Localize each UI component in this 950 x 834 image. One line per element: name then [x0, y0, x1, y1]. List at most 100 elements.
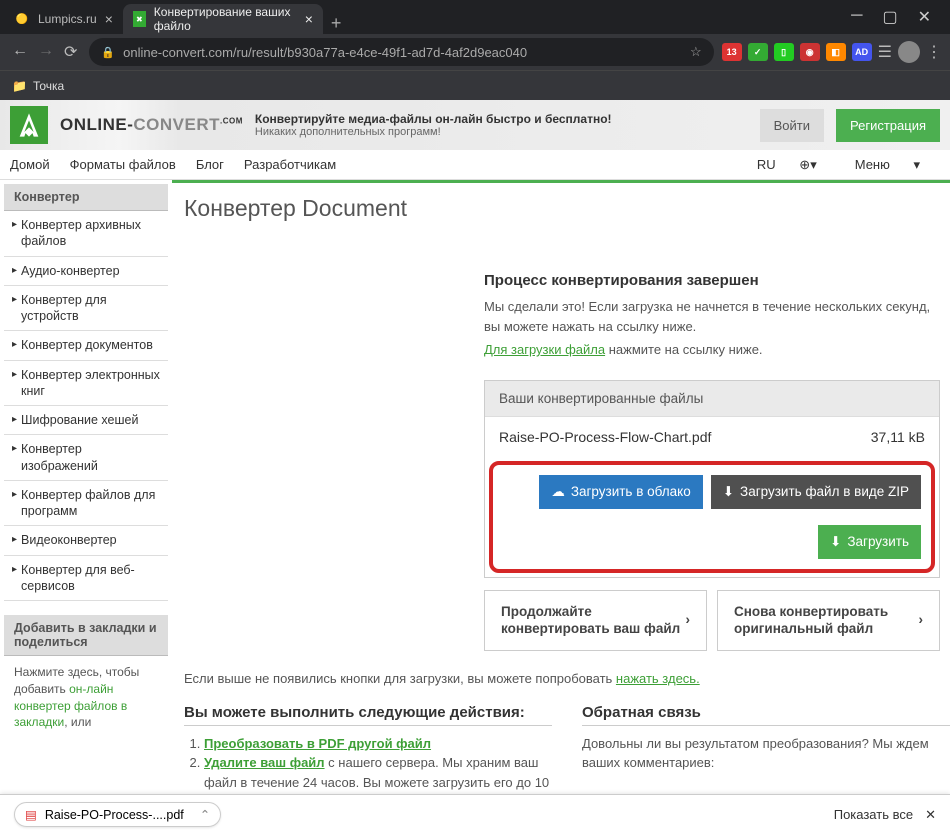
section-header: Вы можете выполнить следующие действия: — [184, 704, 552, 726]
nav-blog[interactable]: Блог — [196, 157, 224, 172]
sidebar-item[interactable]: Конвертер файлов для программ — [4, 481, 168, 527]
back-icon[interactable]: ← — [12, 42, 28, 62]
nav-buttons: ← → ⟳ — [8, 42, 81, 62]
tab-convert[interactable]: ✖ Конвертирование ваших файло × — [123, 4, 323, 34]
close-icon[interactable]: × — [105, 11, 113, 27]
sidebar-item[interactable]: Шифрование хешей — [4, 406, 168, 435]
menu-icon[interactable]: ⋮ — [926, 42, 942, 62]
download-button[interactable]: ⬇ Загрузить — [818, 525, 921, 559]
ext-icon[interactable]: ◧ — [826, 43, 846, 61]
ext-icon[interactable]: 13 — [722, 43, 742, 61]
downloads-bar: ▤ Raise-PO-Process-....pdf ⌃ Показать вс… — [0, 794, 950, 834]
close-icon[interactable]: ✕ — [925, 807, 936, 823]
logo-icon[interactable] — [10, 106, 48, 144]
lang-selector[interactable]: RU ⊕▾ — [757, 157, 817, 173]
sidebar-item[interactable]: Конвертер для веб-сервисов — [4, 556, 168, 602]
tagline-main: Конвертируйте медиа-файлы он-лайн быстро… — [255, 112, 612, 126]
bookmark-folder-icon: 📁 — [12, 79, 27, 93]
nav-formats[interactable]: Форматы файлов — [70, 157, 176, 172]
file-size: 37,11 kB — [871, 429, 925, 445]
files-header: Ваши конвертированные файлы — [485, 381, 939, 416]
sidebar-bookmark-text: Нажмите здесь, чтобы добавить он-лайн ко… — [4, 656, 168, 739]
menu-selector[interactable]: Меню ▾ — [855, 157, 920, 173]
feedback: Обратная связь Довольны ли вы результато… — [582, 704, 950, 800]
login-button[interactable]: Войти — [760, 109, 824, 142]
reading-list-icon[interactable]: ☰ — [878, 42, 892, 62]
main-layout: Конвертер Конвертер архивных файлов Ауди… — [0, 180, 950, 800]
section-header: Обратная связь — [582, 704, 950, 726]
feedback-text: Довольны ли вы результатом преобразовани… — [582, 734, 950, 773]
chevron-up-icon[interactable]: ⌃ — [200, 807, 210, 822]
minimize-icon[interactable]: ─ — [851, 7, 862, 27]
register-button[interactable]: Регистрация — [836, 109, 940, 142]
file-name: Raise-PO-Process-Flow-Chart.pdf — [499, 429, 871, 445]
upload-cloud-button[interactable]: ☁ Загрузить в облако — [539, 475, 702, 509]
status-text: Мы сделали это! Если загрузка не начнетс… — [484, 297, 940, 336]
logo-text[interactable]: ONLINE-CONVERT.COM — [60, 115, 243, 135]
fallback-link[interactable]: нажать здесь. — [616, 671, 700, 686]
reload-icon[interactable]: ⟳ — [64, 42, 77, 62]
show-all-button[interactable]: Показать все — [834, 807, 913, 822]
download-link[interactable]: Для загрузки файла — [484, 342, 605, 357]
result-section: Процесс конвертирования завершен Мы сдел… — [484, 272, 940, 651]
next-actions: Вы можете выполнить следующие действия: … — [184, 704, 552, 800]
download-item[interactable]: ▤ Raise-PO-Process-....pdf ⌃ — [14, 802, 221, 827]
new-tab-button[interactable]: + — [331, 13, 342, 34]
close-icon[interactable]: ✕ — [918, 7, 931, 27]
status-heading: Процесс конвертирования завершен — [484, 272, 940, 289]
close-icon[interactable]: × — [305, 11, 313, 27]
page-content: ONLINE-CONVERT.COM Конвертируйте медиа-ф… — [0, 100, 950, 800]
action-row: Продолжайте конвертировать ваш файл › Сн… — [484, 590, 940, 651]
tab-title: Конвертирование ваших файло — [154, 5, 297, 33]
extensions: 13 ✓ ▯ ◉ ◧ AD ☰ ⋮ — [722, 41, 942, 63]
tab-lumpics[interactable]: 🟡 Lumpics.ru × — [4, 4, 123, 34]
sidebar-item[interactable]: Конвертер изображений — [4, 435, 168, 481]
favicon: 🟡 — [14, 11, 30, 27]
continue-convert-button[interactable]: Продолжайте конвертировать ваш файл › — [484, 590, 707, 651]
maximize-icon[interactable]: ▢ — [882, 7, 897, 27]
ext-icon[interactable]: ✓ — [748, 43, 768, 61]
sidebar-item[interactable]: Конвертер для устройств — [4, 286, 168, 332]
main-column: Конвертер Document Процесс конвертирован… — [172, 180, 950, 800]
tagline-sub: Никаких дополнительных программ! — [255, 126, 748, 138]
action-link[interactable]: Преобразовать в PDF другой файл — [204, 736, 431, 751]
forward-icon[interactable]: → — [38, 42, 54, 62]
sidebar-item[interactable]: Конвертер архивных файлов — [4, 211, 168, 257]
download-filename: Raise-PO-Process-....pdf — [45, 808, 184, 822]
sidebar-item[interactable]: Видеоконвертер — [4, 526, 168, 555]
file-row: Raise-PO-Process-Flow-Chart.pdf 37,11 kB — [485, 416, 939, 457]
download-buttons-highlight: ☁ Загрузить в облако ⬇ Загрузить файл в … — [489, 461, 935, 573]
fallback-note: Если выше не появились кнопки для загруз… — [184, 671, 950, 686]
sidebar-item[interactable]: Конвертер электронных книг — [4, 361, 168, 407]
sidebar-item[interactable]: Конвертер документов — [4, 331, 168, 360]
tab-title: Lumpics.ru — [38, 12, 97, 26]
bookmark-item[interactable]: Точка — [33, 79, 64, 93]
window-controls: ─ ▢ ✕ — [836, 7, 946, 27]
ext-icon[interactable]: AD — [852, 43, 872, 61]
files-box: Ваши конвертированные файлы Raise-PO-Pro… — [484, 380, 940, 578]
ext-icon[interactable]: ◉ — [800, 43, 820, 61]
star-icon[interactable]: ☆ — [690, 44, 702, 60]
url-input[interactable]: 🔒 online-convert.com/ru/result/b930a77a-… — [89, 38, 713, 66]
cloud-icon: ☁ — [551, 484, 565, 500]
ext-icon[interactable]: ▯ — [774, 43, 794, 61]
nav-home[interactable]: Домой — [10, 157, 50, 172]
brand-part: CONVERT — [133, 115, 220, 134]
download-icon: ⬇ — [830, 534, 841, 550]
favicon: ✖ — [133, 11, 146, 27]
site-header: ONLINE-CONVERT.COM Конвертируйте медиа-ф… — [0, 100, 950, 150]
sidebar: Конвертер Конвертер архивных файлов Ауди… — [0, 180, 172, 800]
download-zip-button[interactable]: ⬇ Загрузить файл в виде ZIP — [711, 475, 921, 509]
action-link[interactable]: Удалите ваш файл — [204, 755, 325, 770]
convert-again-button[interactable]: Снова конвертировать оригинальный файл › — [717, 590, 940, 651]
page-title: Конвертер Document — [184, 195, 950, 222]
list-item: Преобразовать в PDF другой файл — [204, 734, 552, 754]
list-item: Удалите ваш файл с нашего сервера. Мы хр… — [204, 753, 552, 800]
sidebar-item[interactable]: Аудио-конвертер — [4, 257, 168, 286]
status-link-row: Для загрузки файла нажмите на ссылку ниж… — [484, 340, 940, 360]
browser-tabs: 🟡 Lumpics.ru × ✖ Конвертирование ваших ф… — [4, 0, 836, 34]
brand-suffix: .COM — [220, 116, 243, 125]
two-columns: Вы можете выполнить следующие действия: … — [184, 704, 950, 800]
nav-dev[interactable]: Разработчикам — [244, 157, 336, 172]
profile-icon[interactable] — [898, 41, 920, 63]
